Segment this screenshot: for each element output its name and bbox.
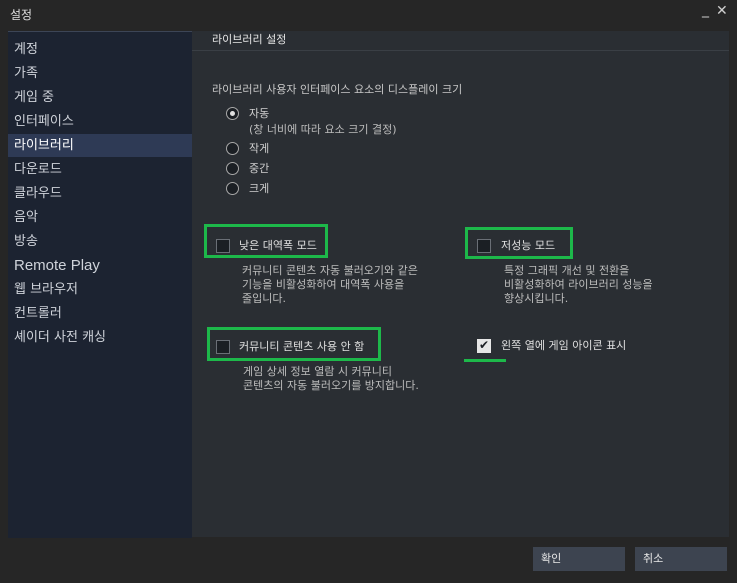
sidebar-item-remote-play[interactable]: Remote Play bbox=[8, 254, 192, 277]
radio-auto-label[interactable]: 자동 bbox=[249, 105, 269, 121]
checkbox-low-performance-label[interactable]: 저성능 모드 bbox=[501, 237, 555, 253]
radio-medium-label[interactable]: 중간 bbox=[249, 160, 269, 176]
display-size-label: 라이브러리 사용자 인터페이스 요소의 디스플레이 크기 bbox=[212, 83, 463, 96]
low-bandwidth-desc-3: 줄입니다. bbox=[242, 292, 286, 305]
title-bar: 설정 _ ✕ bbox=[0, 0, 737, 28]
checkbox-low-bandwidth-label[interactable]: 낮은 대역폭 모드 bbox=[239, 237, 317, 253]
sidebar-item-account[interactable]: 계정 bbox=[8, 38, 192, 61]
radio-auto[interactable] bbox=[226, 107, 239, 120]
sidebar-item-library[interactable]: 라이브러리 bbox=[8, 134, 192, 157]
highlight-underline-game-icons bbox=[464, 359, 506, 362]
close-icon[interactable]: ✕ bbox=[716, 3, 728, 19]
disable-community-desc-1: 게임 상세 정보 열람 시 커뮤니티 bbox=[243, 365, 393, 378]
checkbox-show-game-icons[interactable]: ✔ bbox=[477, 338, 491, 353]
checkbox-low-bandwidth[interactable] bbox=[216, 239, 230, 253]
radio-small-label[interactable]: 작게 bbox=[249, 140, 269, 156]
settings-sidebar: 계정 가족 게임 중 인터페이스 라이브러리 다운로드 클라우드 음악 방송 R… bbox=[8, 31, 192, 538]
minimize-icon[interactable]: _ bbox=[702, 2, 709, 18]
radio-small[interactable] bbox=[226, 142, 239, 155]
low-bandwidth-desc-2: 기능을 비활성화하여 대역폭 사용을 bbox=[242, 278, 405, 291]
low-performance-desc-3: 향상시킵니다. bbox=[504, 292, 569, 305]
low-performance-desc-2: 비활성화하여 라이브러리 성능을 bbox=[504, 278, 653, 291]
radio-large[interactable] bbox=[226, 182, 239, 195]
library-settings-panel: 라이브러리 설정 라이브러리 사용자 인터페이스 요소의 디스플레이 크기 자동… bbox=[192, 31, 729, 537]
checkbox-low-performance[interactable] bbox=[477, 239, 491, 253]
window-title: 설정 bbox=[10, 8, 33, 22]
ok-button[interactable]: 확인 bbox=[533, 547, 625, 571]
sidebar-item-web-browser[interactable]: 웹 브라우저 bbox=[8, 278, 192, 301]
sidebar-item-broadcast[interactable]: 방송 bbox=[8, 230, 192, 253]
page-title: 라이브러리 설정 bbox=[212, 33, 287, 46]
sidebar-item-interface[interactable]: 인터페이스 bbox=[8, 110, 192, 133]
radio-auto-sublabel: (창 너비에 따라 요소 크기 결정) bbox=[249, 123, 397, 136]
radio-large-label[interactable]: 크게 bbox=[249, 180, 269, 196]
radio-medium[interactable] bbox=[226, 162, 239, 175]
checkbox-show-game-icons-label[interactable]: 왼쪽 열에 게임 아이콘 표시 bbox=[501, 337, 626, 353]
header-divider bbox=[192, 50, 729, 51]
sidebar-item-music[interactable]: 음악 bbox=[8, 206, 192, 229]
checkbox-disable-community[interactable] bbox=[216, 340, 230, 354]
sidebar-item-in-game[interactable]: 게임 중 bbox=[8, 86, 192, 109]
low-bandwidth-desc-1: 커뮤니티 콘텐츠 자동 불러오기와 같은 bbox=[242, 264, 418, 277]
sidebar-item-cloud[interactable]: 클라우드 bbox=[8, 182, 192, 205]
low-performance-desc-1: 특정 그래픽 개선 및 전환을 bbox=[504, 264, 630, 277]
cancel-button[interactable]: 취소 bbox=[635, 547, 727, 571]
sidebar-item-downloads[interactable]: 다운로드 bbox=[8, 158, 192, 181]
sidebar-item-shader-precache[interactable]: 셰이더 사전 캐싱 bbox=[8, 326, 192, 349]
sidebar-item-family[interactable]: 가족 bbox=[8, 62, 192, 85]
sidebar-item-controller[interactable]: 컨트롤러 bbox=[8, 302, 192, 325]
disable-community-desc-2: 콘텐츠의 자동 불러오기를 방지합니다. bbox=[243, 379, 419, 392]
checkbox-disable-community-label[interactable]: 커뮤니티 콘텐츠 사용 안 함 bbox=[239, 338, 364, 354]
checkmark-icon: ✔ bbox=[479, 338, 490, 352]
